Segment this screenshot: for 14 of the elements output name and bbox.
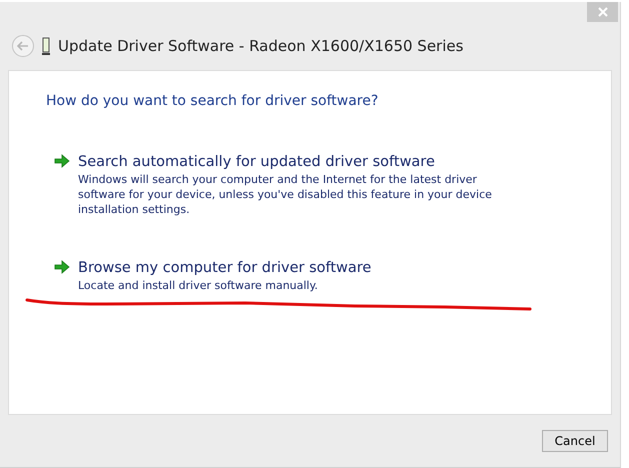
option-description: Windows will search your computer and the Internet for the latest driver software for your device, unless you've disabled this feature in your device installation settings. bbox=[78, 172, 493, 217]
back-arrow-icon bbox=[17, 41, 29, 51]
arrow-icon bbox=[54, 154, 70, 168]
close-icon bbox=[598, 7, 608, 17]
device-icon bbox=[42, 37, 50, 55]
option-link[interactable]: Browse my computer for driver software bbox=[78, 260, 372, 276]
close-button[interactable] bbox=[587, 2, 618, 22]
option-link[interactable]: Search automatically for updated driver software bbox=[78, 154, 435, 170]
back-button[interactable] bbox=[12, 35, 34, 57]
window-title: Update Driver Software - Radeon X1600/X1650 Series bbox=[58, 37, 464, 55]
arrow-icon bbox=[54, 260, 70, 274]
heading: How do you want to search for driver software? bbox=[46, 93, 380, 109]
option-description: Locate and install driver software manually. bbox=[78, 278, 319, 293]
cancel-button[interactable]: Cancel bbox=[542, 430, 608, 452]
